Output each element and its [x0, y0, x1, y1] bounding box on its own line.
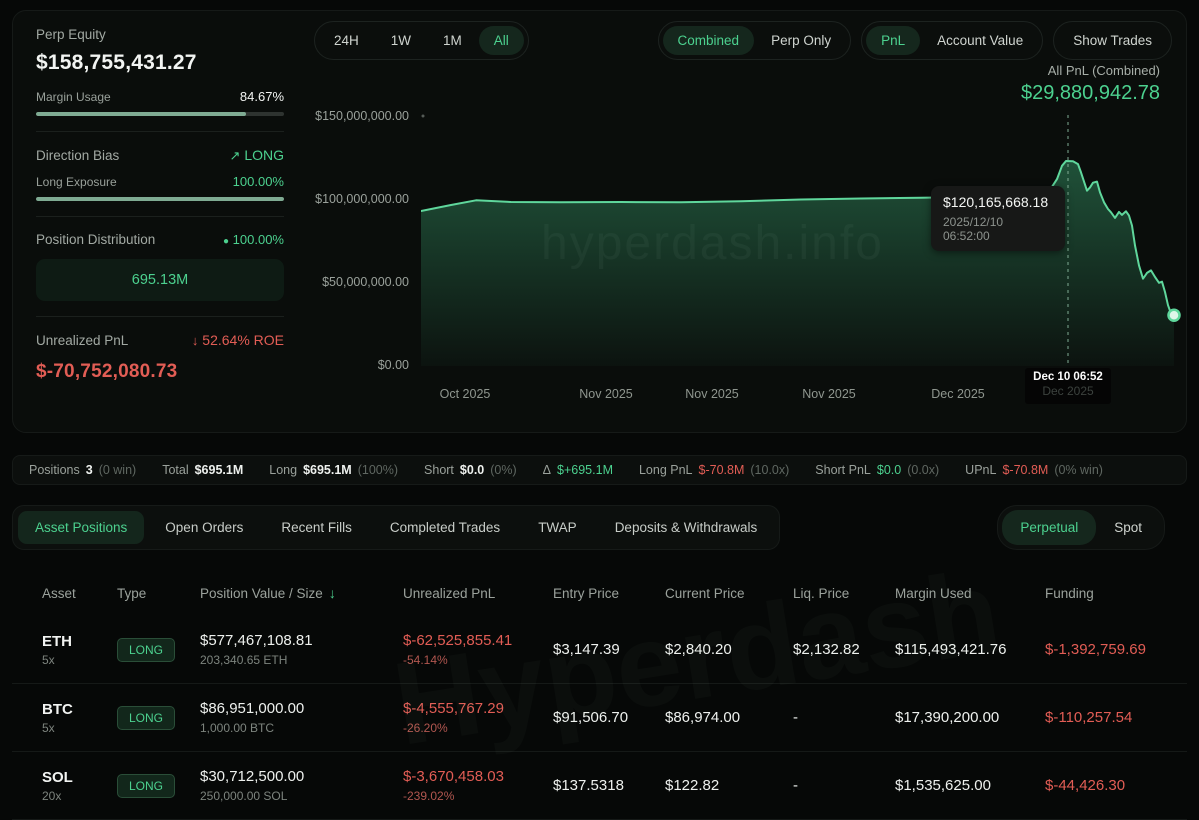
metric-account-value[interactable]: Account Value — [922, 26, 1038, 55]
summary-delta: Δ $+695.1M — [542, 463, 613, 477]
show-trades-button[interactable]: Show Trades — [1058, 26, 1167, 55]
y-tick-100m: $100,000,000.00 — [315, 192, 409, 206]
col-liq-price: Liq. Price — [793, 585, 850, 601]
all-pnl-header: All PnL (Combined) $29,880,942.78 — [1021, 63, 1160, 105]
scope-group: Combined Perp Only — [657, 21, 852, 60]
x-tick: Oct 2025 — [439, 387, 491, 401]
col-position-value[interactable]: Position Value / Size ↓ — [200, 585, 403, 601]
col-unrealized-pnl: Unrealized PnL — [403, 585, 496, 601]
x-tick: Nov 2025 — [579, 387, 633, 401]
scope-combined[interactable]: Combined — [662, 26, 755, 55]
timeframe-group: 24H 1W 1M All — [314, 21, 529, 60]
market-toggle: Perpetual Spot — [997, 505, 1165, 550]
col-current-price: Current Price — [665, 585, 745, 601]
y-tick-0: $0.00 — [377, 358, 409, 372]
tab-completed-trades[interactable]: Completed Trades — [373, 511, 517, 544]
asset-positions-table: Hyperdash Asset Type Position Value / Si… — [12, 570, 1187, 820]
table-row-eth[interactable]: ETH 5x LONG $577,467,108.81 203,340.65 ETH… — [12, 616, 1187, 684]
timeframe-all[interactable]: All — [478, 26, 524, 55]
y-tick-150m: $150,000,000.00 — [315, 109, 409, 123]
summary-short-pnl: Short PnL $0.0 (0.0x) — [815, 463, 940, 477]
timeframe-24h[interactable]: 24H — [319, 26, 374, 55]
pnl-chart[interactable]: $150,000,000.00 $100,000,000.00 $50,000,… — [315, 101, 1186, 404]
summary-long-pnl: Long PnL $-70.8M (10.0x) — [638, 463, 790, 477]
y-axis: $150,000,000.00 $100,000,000.00 $50,000,… — [21, 101, 419, 372]
table-row-sol[interactable]: SOL 20x LONG $30,712,500.00 250,000.00 SOL… — [12, 752, 1187, 820]
toggle-perpetual[interactable]: Perpetual — [1002, 510, 1097, 545]
timeframe-1m[interactable]: 1M — [428, 26, 477, 55]
overview-card: Perp Equity $158,755,431.27 Margin Usage… — [12, 10, 1187, 433]
col-entry-price: Entry Price — [553, 585, 620, 601]
summary-total: Total $695.1M — [162, 463, 244, 477]
summary-short: Short $0.0 (0%) — [424, 463, 517, 477]
table-row-btc[interactable]: BTC 5x LONG $86,951,000.00 1,000.00 BTC $-… — [12, 684, 1187, 752]
x-tick: Dec 2025 — [931, 387, 985, 401]
summary-positions: Positions 3 (0 win) — [29, 463, 137, 477]
summary-upnl: UPnL $-70.8M (0% win) — [965, 463, 1103, 477]
summary-long: Long $695.1M (100%) — [269, 463, 399, 477]
long-badge: LONG — [117, 705, 176, 730]
timeframe-1w[interactable]: 1W — [376, 26, 426, 55]
perp-equity-label: Perp Equity — [36, 27, 106, 42]
table-header-row: Asset Type Position Value / Size ↓ Unrea… — [12, 570, 1187, 616]
all-pnl-label: All PnL (Combined) — [1047, 63, 1160, 78]
tooltip-datetime: 2025/12/10 06:52:00 — [943, 215, 1004, 243]
show-trades-group: Show Trades — [1053, 21, 1172, 60]
tab-recent-fills[interactable]: Recent Fills — [264, 511, 369, 544]
tab-twap[interactable]: TWAP — [521, 511, 594, 544]
chart-controls: 24H 1W 1M All Combined Perp Only PnL Acc… — [314, 21, 1172, 60]
metric-group: PnL Account Value — [861, 21, 1044, 60]
col-funding: Funding — [1045, 585, 1094, 601]
col-type: Type — [117, 585, 147, 601]
y-tick-50m: $50,000,000.00 — [322, 275, 409, 289]
pnl-area-chart — [421, 114, 1181, 366]
metric-pnl[interactable]: PnL — [866, 26, 921, 55]
x-tick: Nov 2025 — [685, 387, 739, 401]
perp-equity-value: $158,755,431.27 — [36, 51, 197, 74]
tooltip-value: $120,165,668.18 — [943, 194, 1049, 210]
long-badge: LONG — [117, 637, 176, 662]
positions-summary-bar: Positions 3 (0 win) Total $695.1M Long $695.… — [12, 455, 1187, 485]
x-tick: Nov 2025 — [802, 387, 856, 401]
table-tabs: Asset Positions Open Orders Recent Fills… — [12, 505, 781, 550]
x-cursor-label: Dec 10 06:52 Dec 2025 — [1025, 368, 1111, 404]
long-badge: LONG — [117, 773, 176, 798]
table-tabs-row: Asset Positions Open Orders Recent Fills… — [12, 505, 1187, 550]
chart-tooltip: $120,165,668.18 2025/12/10 06:52:00 — [931, 186, 1065, 251]
col-margin-used: Margin Used — [895, 585, 972, 601]
sort-descending-icon[interactable]: ↓ — [329, 585, 336, 601]
tab-asset-positions[interactable]: Asset Positions — [18, 511, 145, 544]
col-asset: Asset — [42, 585, 76, 601]
tab-deposits-withdrawals[interactable]: Deposits & Withdrawals — [598, 511, 775, 544]
toggle-spot[interactable]: Spot — [1096, 510, 1160, 545]
tab-open-orders[interactable]: Open Orders — [148, 511, 260, 544]
scope-perp-only[interactable]: Perp Only — [756, 26, 846, 55]
